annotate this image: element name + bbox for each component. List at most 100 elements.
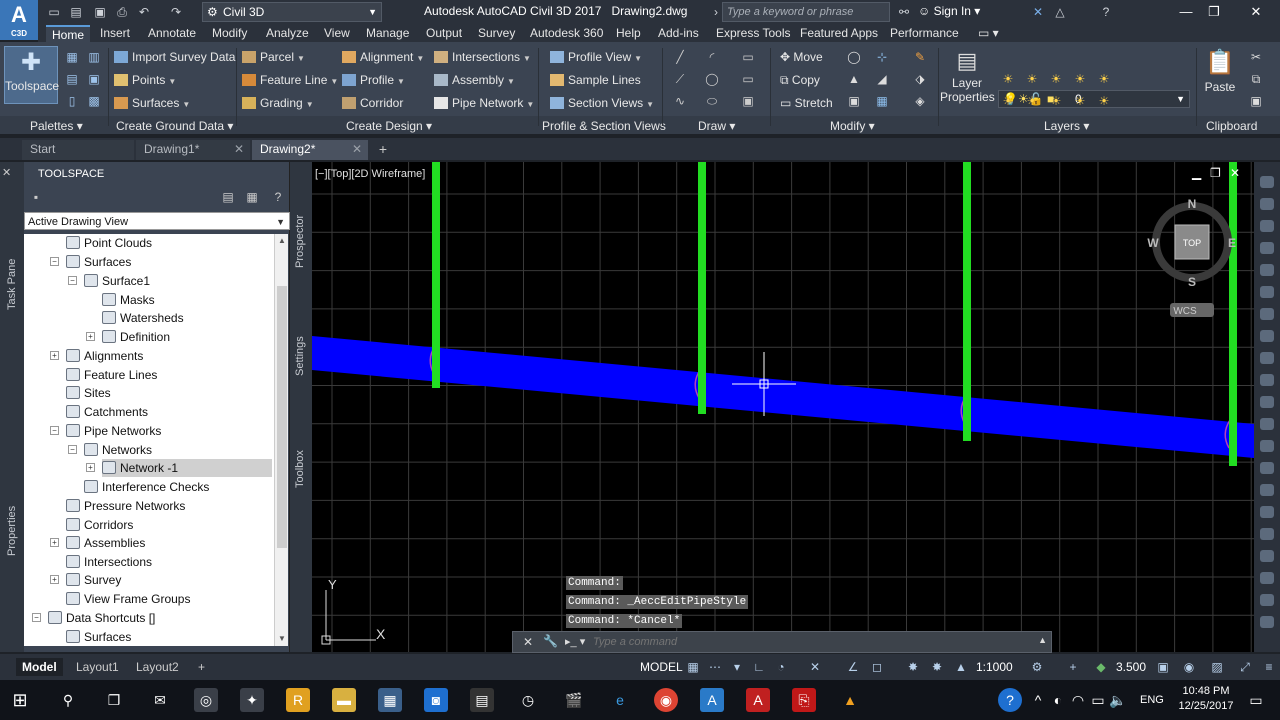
app-icon[interactable]: ▦ (378, 688, 402, 712)
section-views-button[interactable]: Section Views ▼ (550, 96, 654, 110)
expand-icon[interactable]: + (86, 332, 95, 341)
tree-item-watersheds[interactable]: Watersheds (102, 309, 184, 327)
prospector-tab[interactable]: Prospector (294, 215, 306, 268)
settings-tab[interactable]: Settings (294, 336, 306, 376)
viewport-controls-label[interactable]: [−][Top][2D Wireframe] (315, 168, 425, 180)
ellipse-icon[interactable]: ⬭ (704, 94, 720, 108)
collapse-icon[interactable]: − (68, 445, 77, 454)
tab-autodesk-360[interactable]: Autodesk 360 (530, 25, 603, 42)
layer-tool-icon[interactable]: ☀ (1048, 94, 1064, 108)
toolspace-tool-icon[interactable]: ▤ (220, 190, 236, 204)
close-button[interactable]: ✕ (1246, 2, 1266, 22)
add-layout-button[interactable]: + (192, 658, 211, 676)
clean-screen-icon[interactable]: ▨ (1210, 661, 1224, 673)
app-icon[interactable]: ✦ (240, 688, 264, 712)
grid-icon[interactable]: ▦ (686, 661, 700, 673)
toolbox-tab[interactable]: Toolbox (294, 450, 306, 488)
sign-in-button[interactable]: ☺ Sign In ▾ (918, 4, 980, 18)
grading-button[interactable]: Grading ▼ (242, 96, 314, 110)
region-icon[interactable]: ▣ (740, 94, 756, 108)
tree-item-view-frame-groups[interactable]: View Frame Groups (66, 590, 190, 608)
gear-icon[interactable]: ⚙ (1030, 661, 1044, 673)
tab-view[interactable]: View (324, 25, 350, 42)
restore-button[interactable]: ❐ (1204, 2, 1224, 22)
command-input[interactable] (593, 634, 1033, 650)
autocad-icon[interactable]: A (746, 688, 770, 712)
nav-icon[interactable] (1260, 374, 1274, 386)
nav-icon[interactable] (1260, 198, 1274, 210)
ribbon-options-icon[interactable]: ▭ ▾ (978, 25, 999, 42)
toolspace-view-dropdown[interactable]: Active Drawing View ▼ (24, 212, 290, 230)
expand-icon[interactable]: + (86, 463, 95, 472)
exchange-icon[interactable]: ✕ (1030, 4, 1046, 20)
drawing-canvas[interactable]: Y X TOP N S W E WCS [−][Top][2D Wirefram… (312, 162, 1254, 652)
profile-button[interactable]: Profile ▼ (342, 73, 405, 87)
arc-icon[interactable]: ◜ (704, 50, 720, 64)
video-editor-icon[interactable]: 🎬 (562, 688, 586, 712)
close-icon[interactable]: ✕ (352, 140, 362, 158)
layer-icon[interactable]: ▣ (86, 72, 102, 86)
viewport-close-icon[interactable]: ✕ (1230, 166, 1240, 180)
collapse-icon[interactable]: − (50, 257, 59, 266)
panel-clipboard-title[interactable]: Clipboard (1206, 119, 1257, 133)
corridor-button[interactable]: Corridor (342, 96, 403, 110)
structure-rod[interactable] (1229, 162, 1237, 466)
close-icon[interactable]: ✕ (2, 166, 11, 179)
intersections-button[interactable]: Intersections ▼ (434, 50, 531, 64)
tree-item-pipe-networks[interactable]: Pipe Networks (66, 422, 161, 440)
copy-clip-icon[interactable]: ⧉ (1248, 72, 1264, 86)
app-logo[interactable]: A C3D (0, 0, 38, 40)
feature-line-button[interactable]: Feature Line ▼ (242, 73, 338, 87)
tree-item-sites[interactable]: Sites (66, 384, 111, 402)
tree-item-shortcut-surfaces[interactable]: Surfaces (66, 628, 131, 646)
isolate-icon[interactable]: ▣ (1156, 661, 1170, 673)
pdf-reader-icon[interactable]: ⎘ (792, 688, 816, 712)
toolspace-options-icon[interactable]: ▪ (28, 190, 44, 204)
tree-item-feature-lines[interactable]: Feature Lines (66, 366, 157, 384)
viewport-minimize-icon[interactable]: ▁ (1192, 166, 1201, 180)
fullscreen-icon[interactable]: ⤢ (1238, 661, 1252, 673)
tab-start[interactable]: Start (22, 140, 134, 160)
tree-item-surface1[interactable]: Surface1 (84, 272, 150, 290)
explode-icon[interactable]: ⬗ (912, 72, 928, 86)
parcel-button[interactable]: Parcel ▼ (242, 50, 305, 64)
layer-tool-icon[interactable]: ☀ (1072, 72, 1088, 86)
points-button[interactable]: Points ▼ (114, 73, 176, 87)
tree-item-alignments[interactable]: Alignments (66, 347, 143, 365)
tab-analyze[interactable]: Analyze (266, 25, 309, 42)
snap-icon[interactable]: ⋯ (708, 661, 722, 673)
autoscale-icon[interactable]: ✸ (930, 661, 944, 673)
tree-item-intersections[interactable]: Intersections (66, 553, 152, 571)
nav-icon[interactable] (1260, 286, 1274, 298)
tab-manage[interactable]: Manage (366, 25, 409, 42)
tab-home[interactable]: Home (46, 25, 91, 42)
annotation-visibility-icon[interactable]: ✸ (906, 661, 920, 673)
nav-icon[interactable] (1260, 462, 1274, 474)
binoculars-icon[interactable]: ⚯ (896, 4, 912, 20)
task-view-icon[interactable]: ❐ (102, 688, 126, 712)
stretch-button[interactable]: ▭ Stretch (780, 96, 833, 110)
annotation-scale-icon[interactable]: ▲ (954, 661, 968, 673)
redo-icon[interactable]: ↷ (168, 4, 184, 20)
settings-icon[interactable]: ▩ (86, 94, 102, 108)
tab-model[interactable]: Model (16, 658, 63, 676)
move-button[interactable]: ✥ Move (780, 50, 823, 64)
ortho-icon[interactable]: ∟ (752, 661, 766, 673)
notifications-icon[interactable]: ▭ (1244, 688, 1268, 712)
nav-icon[interactable] (1260, 484, 1274, 496)
new-icon[interactable]: ▭ (46, 4, 62, 20)
tree-item-interference-checks[interactable]: Interference Checks (84, 478, 209, 496)
command-prompt-icon[interactable]: ▸_ ▾ (565, 635, 585, 648)
close-icon[interactable]: ✕ (234, 140, 244, 158)
panel-create-ground-title[interactable]: Create Ground Data ▾ (116, 119, 233, 133)
panel-profile-section-title[interactable]: Profile & Section Views (542, 119, 666, 133)
properties-icon[interactable]: ▤ (64, 72, 80, 86)
layer-tool-icon[interactable]: ☀ (1000, 72, 1016, 86)
match-properties-icon[interactable]: ▣ (1248, 94, 1264, 108)
file-explorer-icon[interactable]: ▬ (332, 688, 356, 712)
layer-tool-icon[interactable]: ☀ (1096, 94, 1112, 108)
structure-rod[interactable] (698, 162, 706, 414)
tree-item-networks[interactable]: Networks (84, 441, 152, 459)
tab-add-ins[interactable]: Add-ins (658, 25, 699, 42)
collapse-icon[interactable]: − (68, 276, 77, 285)
